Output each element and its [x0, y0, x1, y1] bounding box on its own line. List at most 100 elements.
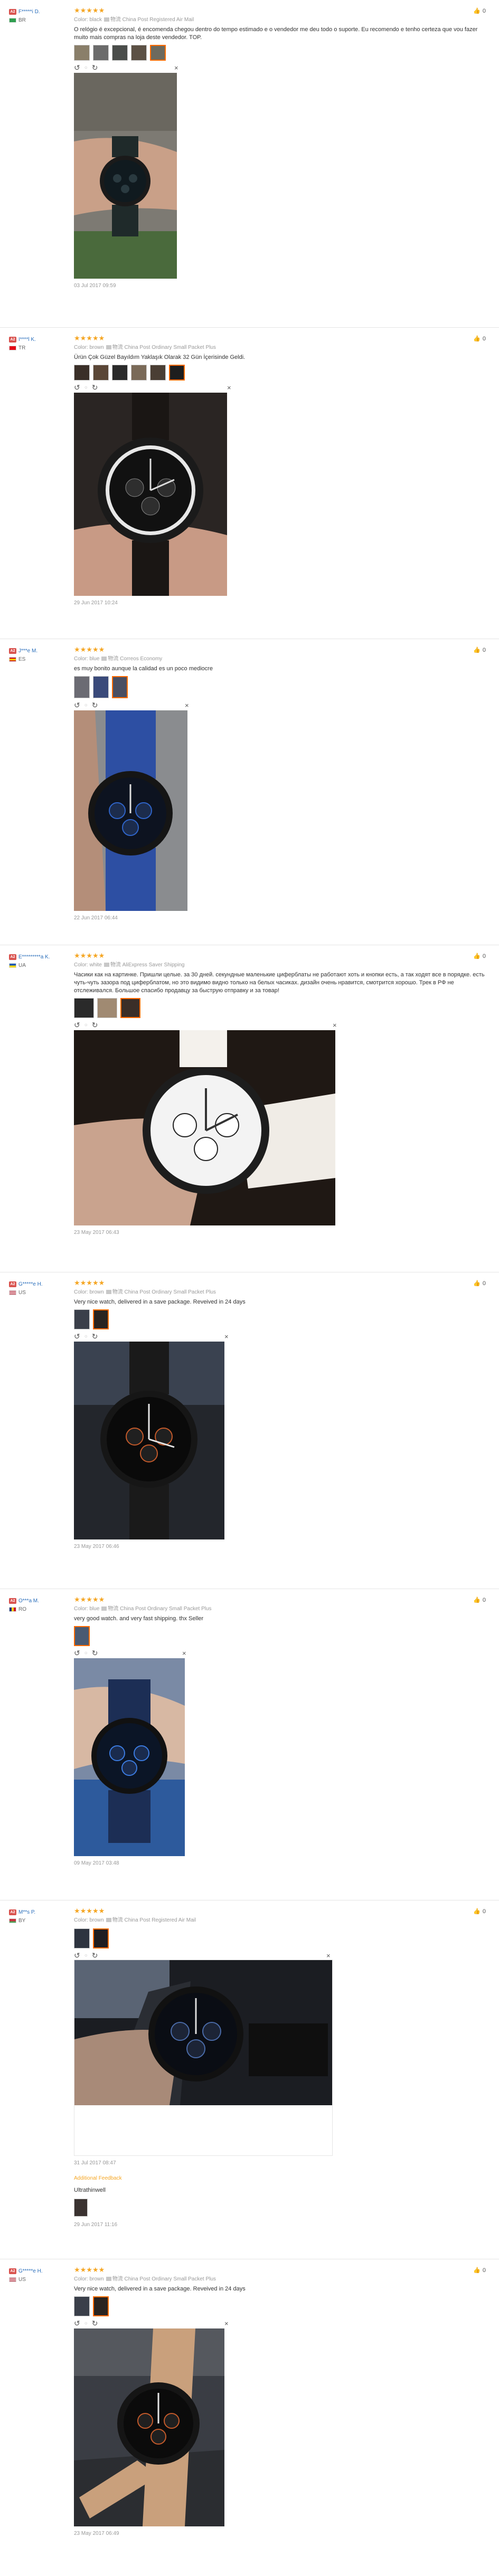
rotate-right-icon[interactable]: ↻	[92, 2319, 98, 2328]
close-icon[interactable]: ×	[333, 1021, 337, 1029]
photo-thumbnail[interactable]	[74, 1928, 90, 1948]
rotate-right-icon[interactable]: ↻	[92, 1649, 98, 1658]
photo-thumbnail[interactable]	[74, 365, 90, 381]
country-code: US	[18, 2276, 26, 2283]
review-date: 09 May 2017 03:48	[74, 1860, 119, 1866]
close-icon[interactable]: ×	[174, 64, 178, 72]
photo-thumbnail[interactable]	[93, 1928, 109, 1948]
photo-thumbnail[interactable]	[112, 676, 128, 698]
photo-thumbnail[interactable]	[74, 998, 94, 1018]
photo-thumbnail[interactable]	[169, 365, 185, 381]
helpful-button[interactable]: 👍 0	[473, 7, 486, 15]
photo-toolbar: ↺ ○ ↻ ×	[74, 2319, 491, 2327]
review-date: 31 Jul 2017 08:47	[74, 2160, 116, 2166]
review-date: 23 May 2017 06:46	[74, 1544, 119, 1550]
reviewer-name[interactable]: M**s P.	[18, 1909, 35, 1915]
reviewer-name[interactable]: G*****e H.	[18, 1281, 43, 1287]
helpful-button[interactable]: 👍 0	[473, 647, 486, 654]
rotate-right-icon[interactable]: ↻	[92, 1332, 98, 1341]
reviewer-name[interactable]: I****l K.	[18, 337, 36, 343]
photo-thumbnail[interactable]	[74, 676, 90, 698]
rotate-left-icon[interactable]: ↺	[74, 383, 80, 392]
reviewer-info: A2 F*****i D. BR	[9, 7, 72, 24]
helpful-button[interactable]: 👍 0	[473, 2267, 486, 2274]
photo-thumbnail[interactable]	[74, 45, 90, 61]
photo-thumbnail[interactable]	[93, 2296, 109, 2316]
reviewer-info: A2 E*********a K. UA	[9, 953, 72, 969]
photo-thumbnail[interactable]	[97, 998, 117, 1018]
reviewer-name[interactable]: F*****i D.	[18, 9, 40, 15]
helpful-button[interactable]: 👍 0	[473, 1596, 486, 1604]
photo-thumbnail[interactable]	[112, 365, 128, 381]
photo-thumbnail[interactable]	[93, 365, 109, 381]
level-badge: A2	[9, 1909, 16, 1915]
review-photo	[74, 2328, 224, 2526]
reviewer-name[interactable]: E*********a K.	[18, 954, 50, 960]
logistics-method: China Post Registered Air Mail	[122, 17, 194, 23]
reviewer-name[interactable]: O***a M.	[18, 1598, 39, 1604]
photo-thumbnail[interactable]	[74, 1626, 90, 1646]
photo-toolbar: ↺ ○ ↻ ×	[74, 383, 491, 392]
close-icon[interactable]: ×	[185, 701, 189, 709]
logistics-method: China Post Ordinary Small Packet Plus	[124, 2276, 216, 2282]
logistics-icon	[106, 345, 111, 350]
country-code: TR	[18, 345, 26, 351]
photo-thumbnail[interactable]	[93, 1309, 109, 1329]
close-icon[interactable]: ×	[182, 1649, 186, 1657]
rotate-left-icon[interactable]: ↺	[74, 2319, 80, 2328]
close-icon[interactable]: ×	[227, 384, 231, 392]
close-icon[interactable]: ×	[224, 2320, 229, 2327]
photo-thumbnail[interactable]	[74, 1309, 90, 1329]
photo-thumbnail[interactable]	[112, 45, 128, 61]
reviewer-name[interactable]: J***e M.	[18, 648, 37, 654]
photo-thumbnail[interactable]	[131, 365, 147, 381]
photo-thumbnail[interactable]	[93, 676, 109, 698]
rotate-left-icon[interactable]: ↺	[74, 63, 80, 72]
logistics-prefix: 物流	[108, 656, 119, 662]
rotate-right-icon[interactable]: ↻	[92, 701, 98, 710]
helpful-button[interactable]: 👍 0	[473, 335, 486, 343]
rotate-left-icon[interactable]: ↺	[74, 701, 80, 710]
photo-thumbnail[interactable]	[150, 365, 166, 381]
photo-thumbnail[interactable]	[131, 45, 147, 61]
photo-thumbnail[interactable]	[74, 2296, 90, 2316]
helpful-button[interactable]: 👍 0	[473, 953, 486, 960]
reviewer-info: A2 I****l K. TR	[9, 335, 72, 352]
helpful-button[interactable]: 👍 0	[473, 1280, 486, 1287]
review-date: 22 Jun 2017 06:44	[74, 915, 118, 921]
photo-thumbnail[interactable]	[120, 998, 140, 1018]
flag-icon	[9, 2277, 16, 2282]
photo-thumbnail[interactable]	[150, 45, 166, 61]
rotate-right-icon[interactable]: ↻	[92, 383, 98, 392]
photo-thumbnail[interactable]	[74, 2199, 88, 2217]
photo-thumbnail[interactable]	[93, 45, 109, 61]
logistics-icon	[103, 963, 109, 967]
close-icon[interactable]: ×	[326, 1952, 331, 1960]
divider-icon: ○	[84, 2320, 88, 2326]
rotate-left-icon[interactable]: ↺	[74, 1021, 80, 1030]
flag-icon	[9, 1918, 16, 1923]
thumbnail-strip	[74, 365, 491, 381]
logistics-prefix: 物流	[110, 17, 121, 23]
close-icon[interactable]: ×	[224, 1333, 229, 1341]
reviewer-name[interactable]: G*****e H.	[18, 2268, 43, 2274]
helpful-button[interactable]: 👍 0	[473, 1908, 486, 1915]
rotate-left-icon[interactable]: ↺	[74, 1951, 80, 1960]
review-item: A2 G*****e H. US ★★★★★ Color: brown 物流 Chi…	[0, 1272, 499, 1589]
photo-toolbar: ↺ ○ ↻ ×	[74, 701, 491, 709]
order-info: Color: brown 物流 China Post Ordinary Small…	[74, 2276, 491, 2283]
logistics-icon	[101, 1607, 107, 1611]
country-code: US	[18, 1289, 26, 1296]
rotate-right-icon[interactable]: ↻	[92, 1021, 98, 1030]
photo-toolbar: ↺ ○ ↻ ×	[74, 1332, 491, 1341]
star-rating: ★★★★★	[74, 952, 105, 959]
reviewer-info: A2 G*****e H. US	[9, 1280, 72, 1297]
rotate-right-icon[interactable]: ↻	[92, 1951, 98, 1960]
divider-icon: ○	[84, 702, 88, 708]
rotate-right-icon[interactable]: ↻	[92, 63, 98, 72]
rotate-left-icon[interactable]: ↺	[74, 1649, 80, 1658]
rotate-left-icon[interactable]: ↺	[74, 1332, 80, 1341]
review-date: 23 May 2017 06:49	[74, 2531, 119, 2536]
review-photo	[74, 1658, 185, 1856]
country-code: BR	[18, 17, 26, 23]
